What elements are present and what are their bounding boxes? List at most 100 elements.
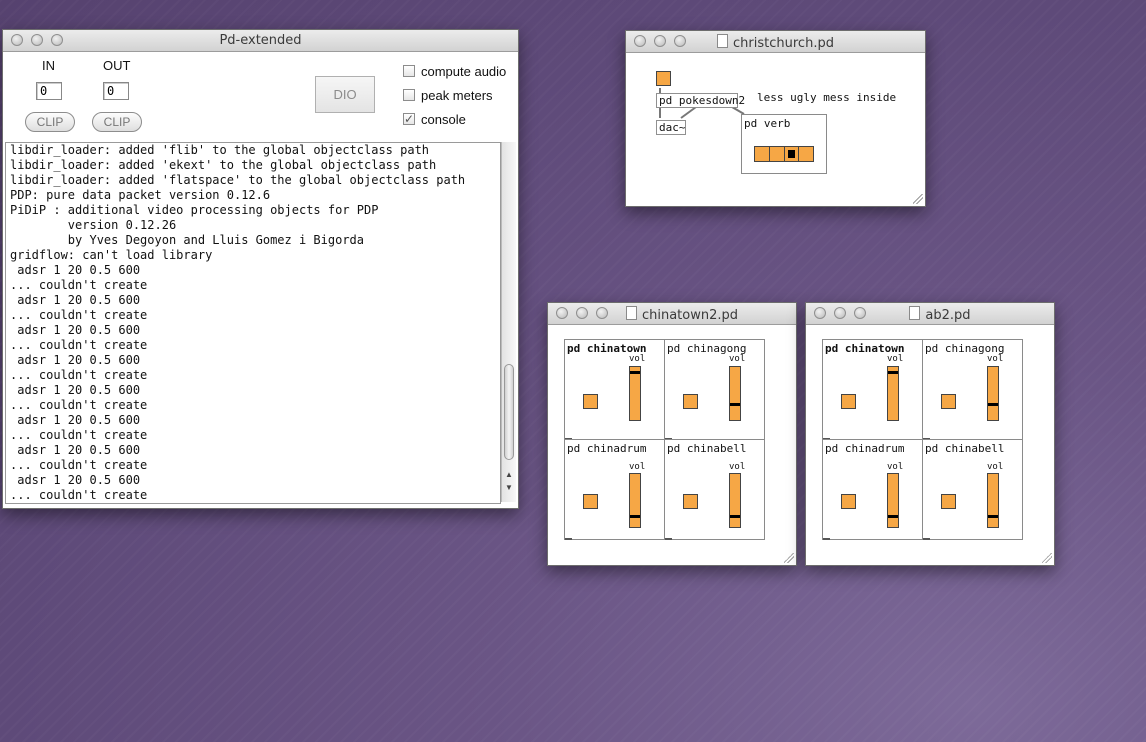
slider-knob[interactable] bbox=[730, 403, 740, 406]
bang-button[interactable] bbox=[941, 494, 956, 509]
title-wrap: chinatown2.pd bbox=[548, 306, 796, 323]
peak-meters-label: peak meters bbox=[421, 88, 493, 103]
radio-cell[interactable] bbox=[799, 147, 813, 161]
subpatch-chinabell[interactable]: pd chinabell vol bbox=[922, 439, 1023, 540]
bang-button[interactable] bbox=[841, 494, 856, 509]
console-line: adsr 1 20 0.5 600 bbox=[10, 413, 141, 427]
console-line: ... couldn't create bbox=[10, 338, 148, 352]
volume-slider[interactable] bbox=[729, 366, 741, 421]
chinatown2-titlebar[interactable]: chinatown2.pd bbox=[548, 303, 796, 325]
console-checkbox[interactable]: ✓ bbox=[403, 113, 415, 125]
volume-slider[interactable] bbox=[887, 473, 899, 528]
vol-label: vol bbox=[729, 462, 746, 472]
document-icon bbox=[625, 306, 637, 320]
pd-verb-subpatch[interactable]: pd verb bbox=[741, 114, 827, 174]
volume-slider[interactable] bbox=[987, 366, 999, 421]
resize-grip-icon[interactable] bbox=[1042, 553, 1052, 563]
compute-audio-checkbox[interactable] bbox=[403, 65, 415, 77]
volume-slider[interactable] bbox=[729, 473, 741, 528]
console-line: ... couldn't create bbox=[10, 488, 148, 502]
subpatch-chinadrum[interactable]: pd chinadrum vol bbox=[564, 439, 665, 540]
outlet-marker bbox=[665, 538, 672, 540]
vol-label: vol bbox=[887, 462, 904, 472]
console-line: version 0.12.26 bbox=[10, 218, 177, 232]
radio-cell[interactable] bbox=[755, 147, 770, 161]
compute-audio-label: compute audio bbox=[421, 64, 507, 79]
console-output[interactable]: libdir_loader: added 'flib' to the globa… bbox=[5, 142, 501, 504]
scroll-up-arrow-icon[interactable]: ▲ bbox=[504, 470, 514, 480]
bang-button[interactable] bbox=[841, 394, 856, 409]
console-line: libdir_loader: added 'ekext' to the glob… bbox=[10, 158, 437, 172]
console-line: ... couldn't create bbox=[10, 308, 148, 322]
console-line: PDP: pure data packet version 0.12.6 bbox=[10, 188, 271, 202]
in-level-field[interactable]: 0 bbox=[36, 82, 62, 100]
subpatch-chinadrum[interactable]: pd chinadrum vol bbox=[822, 439, 923, 540]
console-label: console bbox=[421, 112, 466, 127]
volume-slider[interactable] bbox=[887, 366, 899, 421]
pd-main-titlebar[interactable]: Pd-extended bbox=[3, 30, 518, 52]
subpatch-chinagong[interactable]: pd chinagong vol bbox=[664, 339, 765, 440]
peak-meters-checkbox[interactable] bbox=[403, 89, 415, 101]
in-clip-button[interactable]: CLIP bbox=[25, 112, 75, 132]
console-line: ... couldn't create bbox=[10, 458, 148, 472]
window-title: chinatown2.pd bbox=[641, 308, 739, 323]
outlet-marker bbox=[823, 538, 830, 540]
volume-slider[interactable] bbox=[629, 366, 641, 421]
radio-selector[interactable] bbox=[754, 146, 814, 162]
resize-grip-icon[interactable] bbox=[784, 553, 794, 563]
radio-cell-selected[interactable] bbox=[784, 147, 800, 161]
console-line: by Yves Degoyon and Lluis Gomez i Bigord… bbox=[10, 233, 365, 247]
subpatch-title: pd verb bbox=[744, 117, 791, 130]
window-title: Pd-extended bbox=[219, 33, 302, 48]
vol-label: vol bbox=[987, 462, 1004, 472]
slider-knob[interactable] bbox=[988, 403, 998, 406]
slider-knob[interactable] bbox=[988, 515, 998, 518]
slider-knob[interactable] bbox=[630, 371, 640, 374]
vol-label: vol bbox=[729, 354, 746, 364]
console-line: adsr 1 20 0.5 600 bbox=[10, 323, 141, 337]
console-scrollbar[interactable]: ▲ ▼ bbox=[501, 142, 516, 502]
slider-knob[interactable] bbox=[630, 515, 640, 518]
console-line: ... couldn't create bbox=[10, 278, 148, 292]
dac-object[interactable]: dac~ bbox=[656, 120, 686, 135]
resize-grip-icon[interactable] bbox=[913, 194, 923, 204]
radio-cell[interactable] bbox=[769, 147, 785, 161]
bang-button[interactable] bbox=[583, 394, 598, 409]
console-line: PiDiP : additional video processing obje… bbox=[10, 203, 379, 217]
in-label: IN bbox=[42, 58, 55, 73]
scrollbar-thumb[interactable] bbox=[504, 364, 514, 460]
out-level-field[interactable]: 0 bbox=[103, 82, 129, 100]
subpatch-chinabell[interactable]: pd chinabell vol bbox=[664, 439, 765, 540]
bang-button[interactable] bbox=[656, 71, 671, 86]
slider-knob[interactable] bbox=[730, 515, 740, 518]
patch-comment: less ugly mess inside bbox=[757, 91, 897, 104]
subpatch-chinatown[interactable]: pd chinatown vol bbox=[822, 339, 923, 440]
vol-label: vol bbox=[887, 354, 904, 364]
slider-knob[interactable] bbox=[888, 515, 898, 518]
pd-pokesdown2-object[interactable]: pd pokesdown2 bbox=[656, 93, 745, 108]
subpatch-chinagong[interactable]: pd chinagong vol bbox=[922, 339, 1023, 440]
volume-slider[interactable] bbox=[987, 473, 999, 528]
bang-button[interactable] bbox=[583, 494, 598, 509]
ab2-window: ab2.pd pd chinatown vol pd chinagong vol pd … bbox=[805, 302, 1055, 566]
bang-button[interactable] bbox=[941, 394, 956, 409]
volume-slider[interactable] bbox=[629, 473, 641, 528]
scroll-down-arrow-icon[interactable]: ▼ bbox=[504, 483, 514, 493]
bang-button[interactable] bbox=[683, 494, 698, 509]
outlet-marker bbox=[565, 538, 572, 540]
console-line: adsr 1 20 0.5 600 bbox=[10, 293, 141, 307]
subpatch-title: pd chinabell bbox=[667, 442, 747, 455]
ab2-titlebar[interactable]: ab2.pd bbox=[806, 303, 1054, 325]
chinatown2-window: chinatown2.pd pd chinatown vol pd chinagon… bbox=[547, 302, 797, 566]
console-line: adsr 1 20 0.5 600 bbox=[10, 473, 141, 487]
slider-knob[interactable] bbox=[888, 371, 898, 374]
outlet-marker bbox=[923, 538, 930, 540]
dio-button[interactable]: DIO bbox=[315, 76, 375, 113]
console-line: ... couldn't create bbox=[10, 398, 148, 412]
bang-button[interactable] bbox=[683, 394, 698, 409]
out-label: OUT bbox=[103, 58, 131, 73]
vol-label: vol bbox=[629, 462, 646, 472]
out-clip-button[interactable]: CLIP bbox=[92, 112, 142, 132]
vol-label: vol bbox=[629, 354, 646, 364]
subpatch-chinatown[interactable]: pd chinatown vol bbox=[564, 339, 665, 440]
